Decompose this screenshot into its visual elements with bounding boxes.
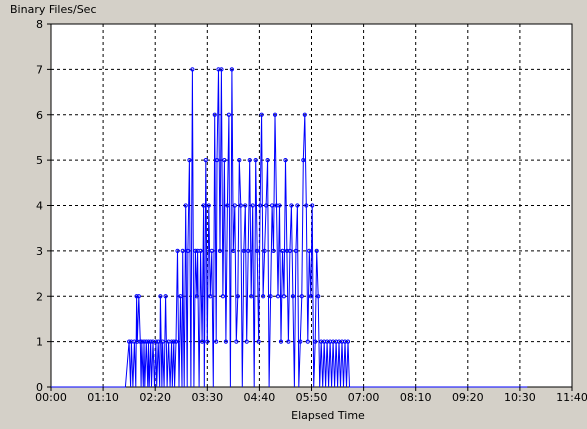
chart-title: Binary Files/Sec xyxy=(10,3,97,16)
x-tick-label: 08:10 xyxy=(400,391,432,404)
y-tick-label: 7 xyxy=(36,63,43,76)
plot-area xyxy=(50,23,573,388)
x-tick-label: 02:20 xyxy=(139,391,171,404)
x-axis-title: Elapsed Time xyxy=(291,409,365,422)
chart-frame: Binary Files/Sec 00:00 01:10 02:20 03:30 04:… xyxy=(0,0,587,429)
y-tick-label: 3 xyxy=(36,245,43,258)
y-axis-ticks: 0 1 2 3 4 5 6 7 8 xyxy=(36,18,51,394)
x-tick-label: 01:10 xyxy=(87,391,119,404)
y-tick-label: 5 xyxy=(36,154,43,167)
y-tick-label: 0 xyxy=(36,381,43,394)
y-tick-label: 8 xyxy=(36,18,43,31)
y-tick-label: 2 xyxy=(36,290,43,303)
x-tick-label: 07:00 xyxy=(348,391,380,404)
x-tick-label: 09:20 xyxy=(452,391,484,404)
x-axis-ticks: 00:00 01:10 02:20 03:30 04:40 05:50 07:00 08:10… xyxy=(35,387,587,404)
x-tick-label: 05:50 xyxy=(296,391,328,404)
y-tick-label: 1 xyxy=(36,336,43,349)
x-tick-label: 03:30 xyxy=(191,391,223,404)
x-tick-label: 10:30 xyxy=(504,391,536,404)
x-tick-label: 11:40 xyxy=(556,391,587,404)
y-tick-label: 6 xyxy=(36,109,43,122)
chart-svg: Binary Files/Sec 00:00 01:10 02:20 03:30 04:… xyxy=(10,3,587,422)
x-tick-label: 04:40 xyxy=(244,391,276,404)
y-tick-label: 4 xyxy=(36,200,43,213)
